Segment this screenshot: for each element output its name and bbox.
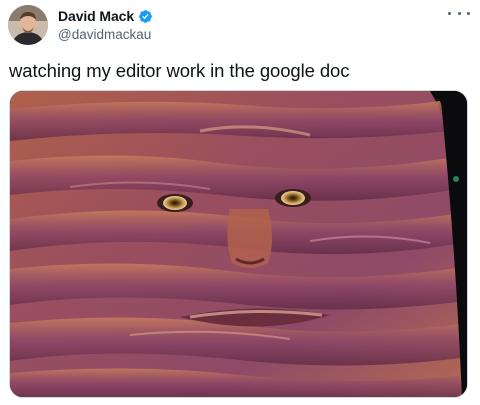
more-options-button[interactable]: [448, 6, 470, 20]
author-display-name[interactable]: David Mack: [58, 8, 134, 24]
verified-badge-icon: [138, 9, 153, 24]
tweet-author: David Mack @davidmackau: [58, 7, 153, 42]
tweet-text: watching my editor work in the google do…: [9, 60, 350, 81]
person-avatar-icon: [8, 5, 48, 45]
ellipsis-icon: [448, 11, 451, 15]
melting-face-image: [10, 91, 467, 397]
tweet-media-image[interactable]: [9, 90, 468, 398]
author-handle[interactable]: @davidmackau: [58, 27, 153, 42]
tweet-card[interactable]: David Mack @davidmackau watching my edit…: [0, 0, 480, 405]
author-avatar[interactable]: [8, 5, 48, 45]
